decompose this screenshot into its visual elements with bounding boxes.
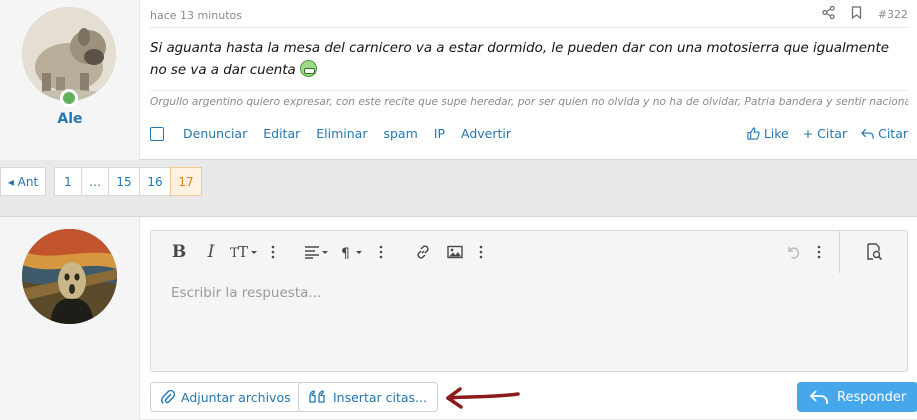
more-paragraph-options-icon[interactable] <box>371 237 391 267</box>
more-text-options-icon[interactable] <box>263 237 283 267</box>
reply-editor: B I TT ¶ Escribir la respuesta... <box>150 230 908 372</box>
post-322: Ale hace 13 minutos #322 Si aguanta hast… <box>0 0 917 160</box>
page-1-link[interactable]: 1 <box>54 167 82 196</box>
reply-placeholder: Escribir la respuesta... <box>171 285 322 301</box>
align-left-icon[interactable] <box>299 237 335 267</box>
pagination: ◂ Ant 1 … 15 16 17 <box>0 167 202 196</box>
more-insert-options-icon[interactable] <box>471 237 491 267</box>
page-15-link[interactable]: 15 <box>108 167 140 196</box>
submit-reply-label: Responder <box>837 389 907 405</box>
post-username[interactable]: Ale <box>0 111 140 127</box>
bookmark-icon[interactable] <box>851 6 862 22</box>
reply-quote-label: Citar <box>878 126 908 141</box>
editor-toolbar: B I TT ¶ <box>151 231 907 273</box>
reply-user-panel <box>0 217 140 420</box>
grin-emoji-icon <box>300 60 318 77</box>
report-link[interactable]: Denunciar <box>183 126 247 141</box>
like-button[interactable]: Like <box>747 126 789 141</box>
attach-files-button[interactable]: Adjuntar archivos <box>150 382 302 412</box>
signature-divider <box>150 90 908 91</box>
post-signature: Orgullo argentino quiero expresar, con e… <box>150 96 908 108</box>
preview-icon <box>866 243 882 261</box>
paragraph-format-icon[interactable]: ¶ <box>335 237 371 267</box>
delete-link[interactable]: Eliminar <box>316 126 367 141</box>
attach-files-label: Adjuntar archivos <box>181 389 291 405</box>
online-status-indicator <box>60 89 78 107</box>
post-message-text: Si aguanta hasta la mesa del carnicero v… <box>150 41 889 78</box>
post-user-panel: Ale <box>0 0 140 160</box>
text-size-icon[interactable]: TT <box>227 237 263 267</box>
spam-link[interactable]: spam <box>383 126 417 141</box>
select-post-checkbox[interactable] <box>150 126 164 141</box>
meta-divider <box>150 27 908 28</box>
reply-textarea[interactable]: Escribir la respuesta... <box>151 273 907 371</box>
svg-text:¶: ¶ <box>341 246 350 259</box>
ip-link[interactable]: IP <box>434 126 445 141</box>
post-moderation-actions: Denunciar Editar Eliminar spam IP Advert… <box>150 126 511 141</box>
preview-toggle-button[interactable] <box>839 231 907 273</box>
warn-link[interactable]: Advertir <box>461 126 511 141</box>
reply-icon <box>810 390 828 404</box>
page-ellipsis[interactable]: … <box>81 167 109 196</box>
submit-reply-button[interactable]: Responder <box>797 382 917 412</box>
post-timestamp[interactable]: hace 13 minutos <box>150 9 242 22</box>
more-history-options-icon[interactable] <box>809 237 829 267</box>
italic-icon[interactable]: I <box>195 237 227 267</box>
post-number-link[interactable]: #322 <box>878 8 908 21</box>
user-avatar-ale[interactable] <box>22 7 116 101</box>
share-icon[interactable] <box>822 5 835 22</box>
post-message: Si aguanta hasta la mesa del carnicero v… <box>150 38 908 82</box>
annotation-arrow-icon <box>446 387 520 409</box>
page-17-current[interactable]: 17 <box>170 167 202 196</box>
thumbs-up-icon <box>747 127 760 140</box>
current-user-avatar[interactable] <box>22 229 117 324</box>
reply-quote-button[interactable]: Citar <box>861 126 908 141</box>
edit-link[interactable]: Editar <box>263 126 300 141</box>
quote-icon <box>309 390 325 403</box>
post-reaction-actions: Like + Citar Citar <box>747 126 908 141</box>
undo-icon[interactable] <box>777 237 809 267</box>
image-icon[interactable] <box>439 237 471 267</box>
like-label: Like <box>763 126 789 141</box>
post-meta-actions: #322 <box>822 5 908 22</box>
insert-quotes-button[interactable]: Insertar citas... <box>298 382 438 412</box>
svg-text:T: T <box>238 245 248 259</box>
link-icon[interactable] <box>407 237 439 267</box>
insert-quotes-label: Insertar citas... <box>333 389 427 405</box>
bold-icon[interactable]: B <box>163 237 195 267</box>
quick-reply-form: B I TT ¶ Escribir la respuesta... Adjunt… <box>0 216 917 420</box>
paperclip-icon <box>161 389 175 404</box>
reply-arrow-icon <box>861 128 874 139</box>
page-16-link[interactable]: 16 <box>139 167 171 196</box>
multi-quote-button[interactable]: + Citar <box>803 126 847 141</box>
prev-page-button[interactable]: ◂ Ant <box>0 167 46 196</box>
